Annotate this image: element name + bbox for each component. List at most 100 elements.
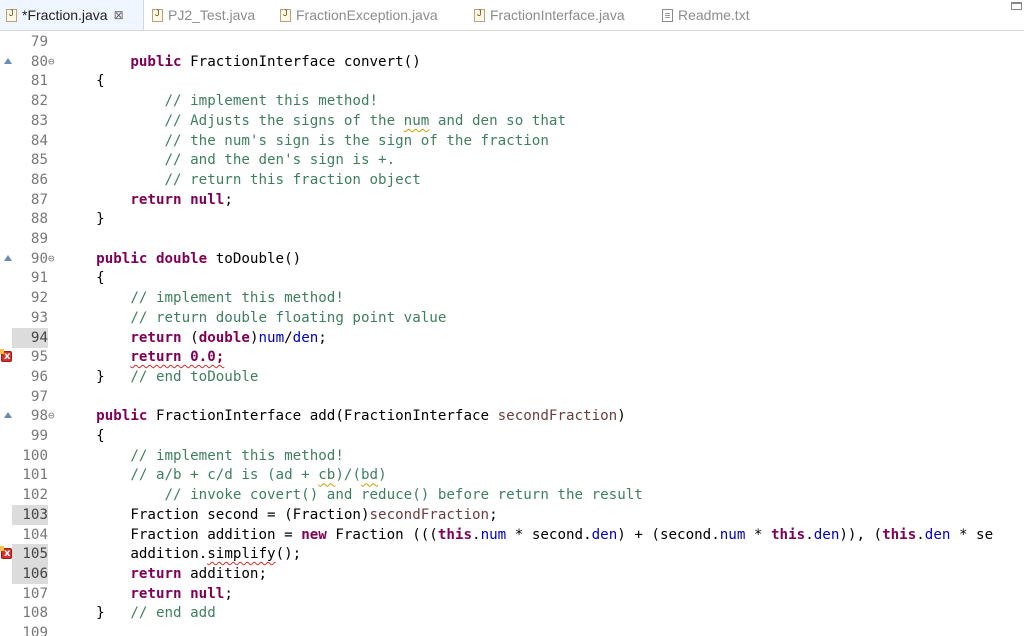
code-token: and den so that <box>429 112 566 129</box>
code-line[interactable]: 87 return null; <box>0 190 1024 210</box>
code-line[interactable]: 105 addition.simplify(); <box>0 544 1024 565</box>
code-line[interactable]: 92 // implement this method! <box>0 288 1024 308</box>
code-line[interactable]: 79 <box>0 32 1024 52</box>
code-token: num <box>258 329 285 346</box>
line-number: 88 <box>30 211 48 228</box>
line-number: 106 <box>12 563 48 584</box>
code-text: // implement this method! <box>62 446 344 466</box>
error-marker-icon[interactable] <box>0 347 12 367</box>
code-line[interactable]: 109 <box>0 623 1024 636</box>
error-marker-icon[interactable] <box>0 544 12 564</box>
override-arrow-icon[interactable] <box>4 254 12 261</box>
tab-fraction-java[interactable]: *Fraction.java ⊠ <box>0 0 144 30</box>
tab-pj2-test-java[interactable]: PJ2_Test.java <box>152 0 255 30</box>
code-editor[interactable]: 79 80 ⊖ public FractionInterface convert()… <box>0 30 1024 636</box>
code-text: addition.simplify(); <box>62 544 301 564</box>
code-line[interactable]: 80 ⊖ public FractionInterface convert() <box>0 52 1024 72</box>
tab-label: FractionException.java <box>296 7 438 23</box>
fold-toggle-icon[interactable]: ⊖ <box>48 52 55 72</box>
line-number: 95 <box>30 349 48 366</box>
code-token: // Adjusts the signs of the <box>164 112 404 129</box>
code-token: public <box>96 408 148 425</box>
code-text: // return double floating point value <box>62 308 446 328</box>
code-line[interactable]: 102 // invoke covert() and reduce() befo… <box>0 485 1024 505</box>
code-line[interactable]: 108 } // end add <box>0 603 1024 623</box>
code-line[interactable]: 99 { <box>0 426 1024 446</box>
code-token: double <box>198 329 250 346</box>
tab-readme-txt[interactable]: Readme.txt <box>662 0 750 30</box>
code-token: den <box>591 526 618 543</box>
code-line[interactable]: 82 // implement this method! <box>0 91 1024 111</box>
code-line[interactable]: 85 // and the den's sign is +. <box>0 150 1024 170</box>
code-line[interactable]: 84 // the num's sign is the sign of the … <box>0 131 1024 151</box>
code-line[interactable]: 101 // a/b + c/d is (ad + cb)/(bd) <box>0 465 1024 485</box>
code-text: return 0.0; <box>62 347 224 367</box>
code-text: public FractionInterface add(FractionInt… <box>62 406 626 426</box>
code-token: . <box>198 546 208 563</box>
code-line[interactable]: 94 return (double)num/den; <box>0 327 1024 348</box>
line-number: 87 <box>30 191 48 208</box>
override-arrow-icon[interactable] <box>4 412 12 419</box>
code-token: ; <box>224 191 233 208</box>
code-line[interactable]: 96 } // end toDouble <box>0 367 1024 387</box>
code-token: // invoke covert() and reduce() before r… <box>164 487 643 504</box>
tab-label: *Fraction.java <box>22 7 108 23</box>
code-line[interactable]: 93 // return double floating point value <box>0 308 1024 328</box>
code-line[interactable]: 95 return 0.0; <box>0 347 1024 367</box>
line-number: 102 <box>22 487 48 504</box>
code-token: num <box>719 526 746 543</box>
close-icon[interactable]: ⊠ <box>114 8 124 22</box>
line-number: 94 <box>12 327 48 348</box>
line-number: 96 <box>30 368 48 385</box>
code-line[interactable]: 104 Fraction addition = new Fraction (((… <box>0 525 1024 545</box>
code-token: public <box>130 53 182 70</box>
code-line[interactable]: 103 Fraction second = (Fraction)secondFr… <box>0 504 1024 525</box>
fold-toggle-icon[interactable]: ⊖ <box>48 406 55 426</box>
code-token: // the num's sign is the sign of the fra… <box>164 132 549 149</box>
tab-fraction-interface-java[interactable]: FractionInterface.java <box>474 0 625 30</box>
code-token: * se <box>950 526 994 543</box>
code-token: new <box>301 526 327 543</box>
fold-toggle-icon[interactable]: ⊖ <box>48 249 55 269</box>
line-number: 93 <box>30 309 48 326</box>
code-token: return <box>130 565 182 582</box>
code-line[interactable]: 83 // Adjusts the signs of the num and d… <box>0 111 1024 131</box>
code-token: Fraction <box>62 506 208 523</box>
code-line[interactable]: 97 <box>0 387 1024 407</box>
code-token: = (Fraction) <box>258 506 370 523</box>
line-number: 104 <box>22 526 48 543</box>
code-line[interactable]: 98 ⊖ public FractionInterface add(Fractio… <box>0 406 1024 426</box>
tab-fraction-exception-java[interactable]: FractionException.java <box>280 0 438 30</box>
code-line[interactable]: 90 ⊖ public double toDouble() <box>0 249 1024 269</box>
code-token: // return double floating point value <box>130 309 447 326</box>
line-number: 92 <box>30 290 48 307</box>
code-line[interactable]: 81 { <box>0 71 1024 91</box>
code-text: // Adjusts the signs of the num and den … <box>62 111 566 131</box>
code-line[interactable]: 100 // implement this method! <box>0 446 1024 466</box>
override-arrow-icon[interactable] <box>4 57 12 64</box>
line-number: 82 <box>30 93 48 110</box>
code-line[interactable]: 91 { <box>0 268 1024 288</box>
code-line[interactable]: 107 return null; <box>0 584 1024 604</box>
code-line[interactable]: 86 // return this fraction object <box>0 170 1024 190</box>
code-line[interactable]: 106 return addition; <box>0 563 1024 584</box>
line-number: 99 <box>30 428 48 444</box>
code-line[interactable]: 88 } <box>0 209 1024 229</box>
code-token: ( <box>181 329 199 346</box>
code-token: } <box>62 368 131 385</box>
code-token: // and the den's sign is +. <box>164 152 396 169</box>
code-token: )), ( <box>839 526 883 543</box>
minimize-icon[interactable] <box>1011 2 1022 10</box>
code-line[interactable]: 89 <box>0 229 1024 249</box>
code-token: addition <box>130 546 199 563</box>
